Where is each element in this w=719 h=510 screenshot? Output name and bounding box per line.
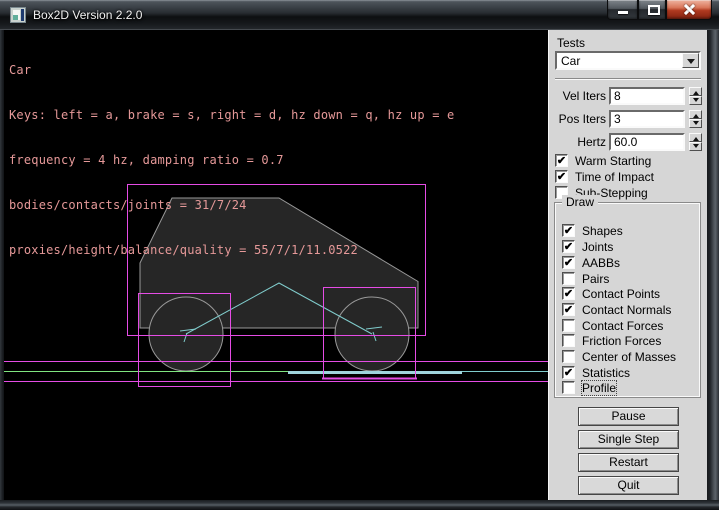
simulation-canvas[interactable]: Car Keys: left = a, brake = s, right = d… (4, 30, 548, 500)
checkbox-box[interactable]: ✔ (562, 366, 575, 379)
tests-dropdown[interactable]: Car (555, 51, 701, 70)
frequency-info: frequency = 4 hz, damping ratio = 0.7 (9, 153, 454, 168)
stats-proxies: proxies/height/balance/quality = 55/7/1/… (9, 243, 454, 258)
tests-dropdown-button[interactable] (682, 53, 699, 68)
checkbox-label: Pairs (582, 272, 609, 286)
maximize-icon (648, 5, 660, 15)
checkbox-warm-starting[interactable]: ✔ Warm Starting (555, 153, 651, 167)
quit-button[interactable]: Quit (578, 476, 679, 495)
checkbox-label: Joints (582, 240, 613, 254)
window-border-right (707, 30, 719, 500)
control-panel: Tests Car Vel Iters Pos Iters (548, 30, 707, 500)
checkbox-joints[interactable]: ✔ Joints (562, 239, 613, 253)
checkbox-box[interactable] (562, 334, 575, 347)
app-icon (10, 7, 26, 23)
tests-label: Tests (557, 36, 585, 50)
checkbox-pairs[interactable]: Pairs (562, 271, 609, 285)
checkbox-time-of-impact[interactable]: ✔ Time of Impact (555, 169, 654, 183)
vel-iters-input[interactable] (609, 87, 685, 105)
stats-bodies: bodies/contacts/joints = 31/7/24 (9, 198, 454, 213)
checkbox-box[interactable]: ✔ (562, 224, 575, 237)
vel-iters-up-button[interactable] (689, 87, 702, 96)
checkbox-label: Shapes (582, 224, 623, 238)
chevron-down-icon (687, 59, 695, 68)
pause-button[interactable]: Pause (578, 407, 679, 426)
arrow-up-icon (693, 111, 699, 118)
minimize-button[interactable] (607, 0, 638, 20)
window-border-bottom (0, 500, 719, 510)
arrow-up-icon (693, 134, 699, 141)
checkbox-label: Time of Impact (575, 170, 654, 184)
checkbox-box[interactable]: ✔ (562, 287, 575, 300)
checkbox-label: Contact Forces (582, 319, 663, 333)
pos-iters-label: Pos Iters (549, 112, 606, 126)
checkbox-friction-forces[interactable]: Friction Forces (562, 333, 661, 347)
hertz-input[interactable] (609, 133, 685, 151)
separator (555, 78, 701, 80)
checkbox-box[interactable] (562, 350, 575, 363)
pos-iters-spinner (689, 110, 702, 128)
close-icon (683, 4, 695, 15)
arrow-up-icon (693, 88, 699, 95)
checkbox-label: AABBs (582, 256, 620, 270)
checkbox-label: Friction Forces (582, 334, 661, 348)
hertz-down-button[interactable] (689, 142, 702, 151)
hertz-up-button[interactable] (689, 133, 702, 142)
checkbox-label: Contact Normals (582, 303, 671, 317)
checkbox-box[interactable]: ✔ (562, 256, 575, 269)
checkbox-box[interactable] (562, 319, 575, 332)
vel-iters-down-button[interactable] (689, 96, 702, 105)
checkbox-label: Statistics (582, 366, 630, 380)
arrow-down-icon (693, 121, 699, 128)
checkbox-label: Warm Starting (575, 154, 651, 168)
checkbox-contact-points[interactable]: ✔ Contact Points (562, 286, 660, 300)
pos-iters-row: Pos Iters (549, 110, 708, 128)
title-bar[interactable]: Box2D Version 2.2.0 (0, 0, 719, 30)
keys-help: Keys: left = a, brake = s, right = d, hz… (9, 108, 454, 123)
checkbox-profile[interactable]: Profile (562, 380, 616, 394)
window-border-left (0, 30, 4, 500)
vel-iters-label: Vel Iters (549, 89, 606, 103)
checkbox-label: Contact Points (582, 287, 660, 301)
checkbox-box[interactable] (562, 272, 575, 285)
tests-dropdown-value: Car (561, 54, 580, 68)
hertz-label: Hertz (549, 135, 606, 149)
test-title: Car (9, 63, 454, 78)
checkbox-aabbs[interactable]: ✔ AABBs (562, 255, 620, 269)
checkbox-label: Center of Masses (582, 350, 676, 364)
checkbox-contact-forces[interactable]: Contact Forces (562, 318, 663, 332)
checkbox-box[interactable]: ✔ (555, 154, 568, 167)
vel-iters-row: Vel Iters (549, 87, 708, 105)
draw-group: Draw ✔Shapes ✔Joints ✔AABBs Pairs ✔Conta… (554, 202, 701, 398)
checkbox-box[interactable]: ✔ (562, 303, 575, 316)
vel-iters-spinner (689, 87, 702, 105)
pos-iters-down-button[interactable] (689, 119, 702, 128)
restart-button[interactable]: Restart (578, 453, 679, 472)
pos-iters-up-button[interactable] (689, 110, 702, 119)
checkbox-box[interactable]: ✔ (562, 240, 575, 253)
checkbox-center-of-masses[interactable]: Center of Masses (562, 349, 676, 363)
hertz-spinner (689, 133, 702, 151)
arrow-down-icon (693, 144, 699, 151)
checkbox-shapes[interactable]: ✔ Shapes (562, 223, 623, 237)
checkbox-statistics[interactable]: ✔ Statistics (562, 365, 630, 379)
close-button[interactable] (666, 0, 712, 20)
single-step-button[interactable]: Single Step (578, 430, 679, 449)
checkbox-label: Profile (582, 381, 616, 395)
debug-text-overlay: Car Keys: left = a, brake = s, right = d… (9, 33, 454, 288)
pos-iters-input[interactable] (609, 110, 685, 128)
arrow-down-icon (693, 98, 699, 105)
window-title: Box2D Version 2.2.0 (33, 8, 142, 22)
draw-group-label: Draw (562, 195, 598, 209)
hertz-row: Hertz (549, 133, 708, 151)
minimize-icon (618, 11, 628, 14)
checkbox-box[interactable]: ✔ (555, 170, 568, 183)
app-window: Box2D Version 2.2.0 (0, 0, 719, 510)
caption-buttons (607, 0, 712, 20)
checkbox-box[interactable] (562, 381, 575, 394)
maximize-button[interactable] (638, 0, 666, 20)
checkbox-contact-normals[interactable]: ✔ Contact Normals (562, 302, 671, 316)
